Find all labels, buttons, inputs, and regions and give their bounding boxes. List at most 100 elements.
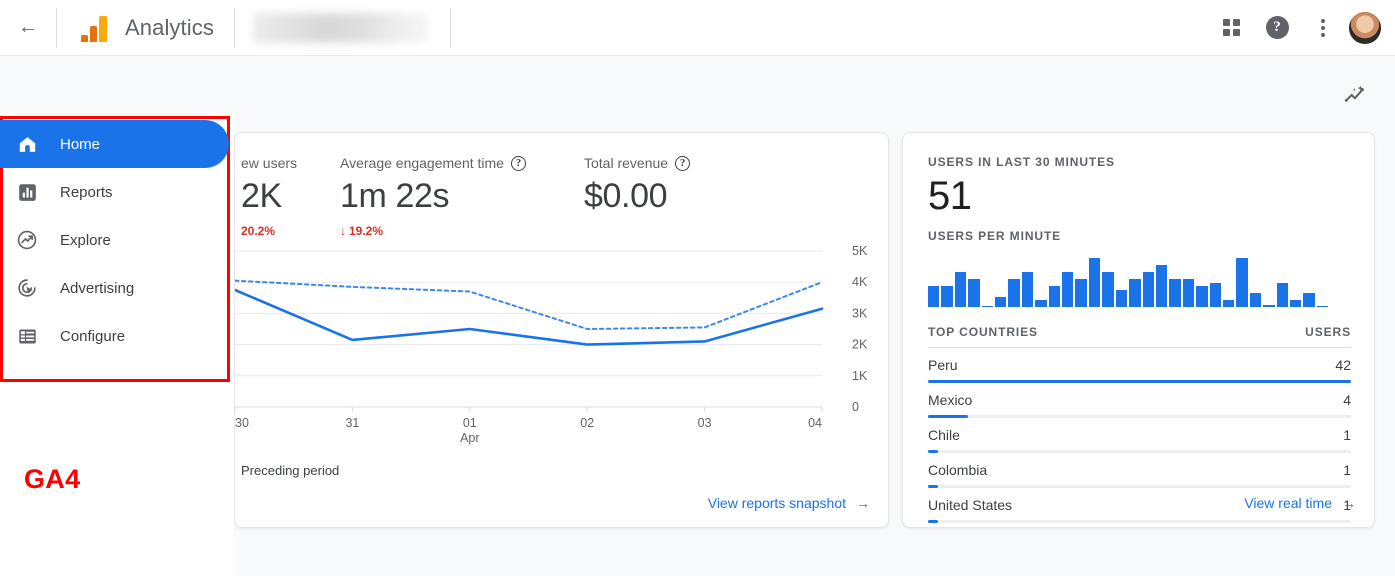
country-users: 1 (1343, 462, 1351, 478)
table-row[interactable]: Peru 42 (928, 348, 1351, 383)
ga4-annotation-label: GA4 (24, 464, 81, 494)
arrow-right-icon: → (856, 495, 870, 511)
table-row[interactable]: Colombia 1 (928, 453, 1351, 488)
topbar-divider-3 (449, 7, 451, 48)
users-per-minute-bar (1316, 305, 1329, 307)
page-body: ew users 2K 20.2% Average engagement tim… (0, 56, 1395, 576)
country-bar-track (928, 520, 1351, 523)
users-per-minute-bar (1142, 272, 1154, 307)
country-name: Chile (928, 427, 960, 443)
users-per-minute-bar (1209, 282, 1221, 307)
users-per-minute-bar (954, 272, 967, 307)
arrow-down-icon: ↓ (340, 224, 346, 238)
users-per-minute-bar (995, 296, 1007, 307)
link-label: View reports snapshot (707, 495, 846, 511)
more-vertical-icon[interactable] (1303, 8, 1343, 48)
back-arrow-icon[interactable]: ← (0, 0, 56, 56)
country-name: United States (928, 497, 1013, 513)
arrow-right-icon: → (1342, 495, 1356, 511)
metric-label-text: Average engagement time (340, 155, 504, 171)
topbar-divider-1 (56, 7, 57, 48)
country-bar-fill (928, 520, 939, 523)
svg-text:0: 0 (852, 400, 859, 414)
svg-text:02: 02 (580, 416, 594, 430)
avatar[interactable] (1349, 11, 1381, 44)
users-per-minute-bar (941, 286, 953, 307)
explore-trend-icon (14, 227, 40, 253)
left-navigation-sidebar: Home Reports Explore Advertising Configu… (0, 112, 234, 576)
insights-sparkle-icon[interactable] (1339, 78, 1373, 112)
metric-delta: 20.2% (241, 224, 297, 238)
users-line-chart[interactable]: 0 1K 2K 3K 4K 5K 30 31 01 Apr 02 03 04 (233, 244, 890, 445)
sidebar-item-home[interactable]: Home (0, 120, 229, 168)
realtime-content: USERS IN LAST 30 MINUTES 51 USERS PER MI… (928, 155, 1351, 523)
view-reports-snapshot-link[interactable]: View reports snapshot → (708, 495, 870, 511)
metric-delta-value: 20.2% (241, 224, 276, 238)
users-per-minute-bar (1102, 272, 1114, 307)
users-per-minute-bar (1182, 279, 1195, 307)
sidebar-item-configure[interactable]: Configure (0, 312, 234, 360)
sidebar-item-label: Reports (60, 183, 113, 201)
users-per-minute-bar (1129, 279, 1141, 307)
help-question-icon[interactable]: ? (510, 155, 526, 171)
sidebar-item-label: Advertising (60, 279, 135, 297)
country-name: Mexico (928, 392, 973, 408)
svg-text:31: 31 (345, 416, 359, 430)
metric-delta: ↓ 19.2% (340, 224, 526, 238)
country-users: 4 (1343, 392, 1351, 408)
users-last-30-min-value: 51 (928, 174, 972, 218)
table-row[interactable]: Chile 1 (928, 418, 1351, 453)
users-per-minute-bar (1155, 265, 1168, 307)
home-icon (14, 131, 40, 157)
users-per-minute-bar (1263, 304, 1275, 307)
users-per-minute-bar (1115, 289, 1128, 307)
link-label: View real time (1244, 495, 1332, 511)
sidebar-item-label: Home (60, 135, 101, 153)
metric-label-text: Total revenue (584, 155, 669, 171)
country-users: 42 (1335, 357, 1351, 373)
svg-text:Apr: Apr (460, 431, 479, 445)
sidebar-item-reports[interactable]: Reports (0, 168, 234, 216)
sidebar-item-explore[interactable]: Explore (0, 216, 234, 264)
users-per-minute-bar (1222, 300, 1235, 307)
help-question-icon[interactable]: ? (1257, 8, 1297, 48)
apps-grid-icon[interactable] (1211, 8, 1251, 48)
view-real-time-link[interactable]: View real time → (1244, 495, 1356, 511)
svg-text:3K: 3K (852, 306, 868, 320)
bar-chart-icon (14, 179, 40, 205)
svg-text:03: 03 (698, 416, 712, 430)
users-last-30-min-label: USERS IN LAST 30 MINUTES (928, 155, 1115, 169)
analytics-logo-icon (81, 14, 107, 42)
metric-new-users: ew users 2K 20.2% (241, 155, 297, 238)
metrics-row: ew users 2K 20.2% Average engagement tim… (235, 155, 890, 241)
metric-value: $0.00 (584, 177, 668, 215)
users-per-minute-bar (928, 286, 940, 307)
svg-text:1K: 1K (852, 369, 868, 383)
users-per-minute-bar (1303, 293, 1315, 307)
users-per-minute-bar (1196, 286, 1208, 307)
chart-legend-preceding-period: Preceding period (241, 463, 340, 478)
users-per-minute-bar (1075, 279, 1087, 307)
users-per-minute-bar (1169, 279, 1181, 307)
metric-delta-value: 19.2% (349, 224, 384, 238)
page-title: Analytics (125, 14, 214, 40)
top-app-bar: ← Analytics ? (0, 0, 1395, 56)
sidebar-item-label: Configure (60, 327, 126, 345)
svg-text:4K: 4K (852, 275, 868, 289)
svg-text:04: 04 (808, 416, 822, 430)
users-per-minute-label: USERS PER MINUTE (928, 229, 1062, 243)
users-per-minute-bar (1035, 300, 1047, 307)
users-per-minute-bar-chart[interactable] (928, 255, 1329, 307)
column-header-country: TOP COUNTRIES (928, 325, 1038, 339)
metric-total-revenue: Total revenue ? $0.00 (584, 155, 691, 215)
country-users: 1 (1343, 427, 1351, 443)
metric-label: Average engagement time ? (340, 155, 526, 171)
sidebar-item-advertising[interactable]: Advertising (0, 264, 234, 312)
configure-list-icon (14, 323, 40, 349)
users-per-minute-bar (1008, 279, 1020, 307)
property-selector[interactable] (252, 12, 428, 43)
table-row[interactable]: Mexico 4 (928, 383, 1351, 418)
help-question-icon[interactable]: ? (675, 155, 691, 171)
users-per-minute-bar (1062, 272, 1074, 307)
users-per-minute-bar (1021, 272, 1034, 307)
